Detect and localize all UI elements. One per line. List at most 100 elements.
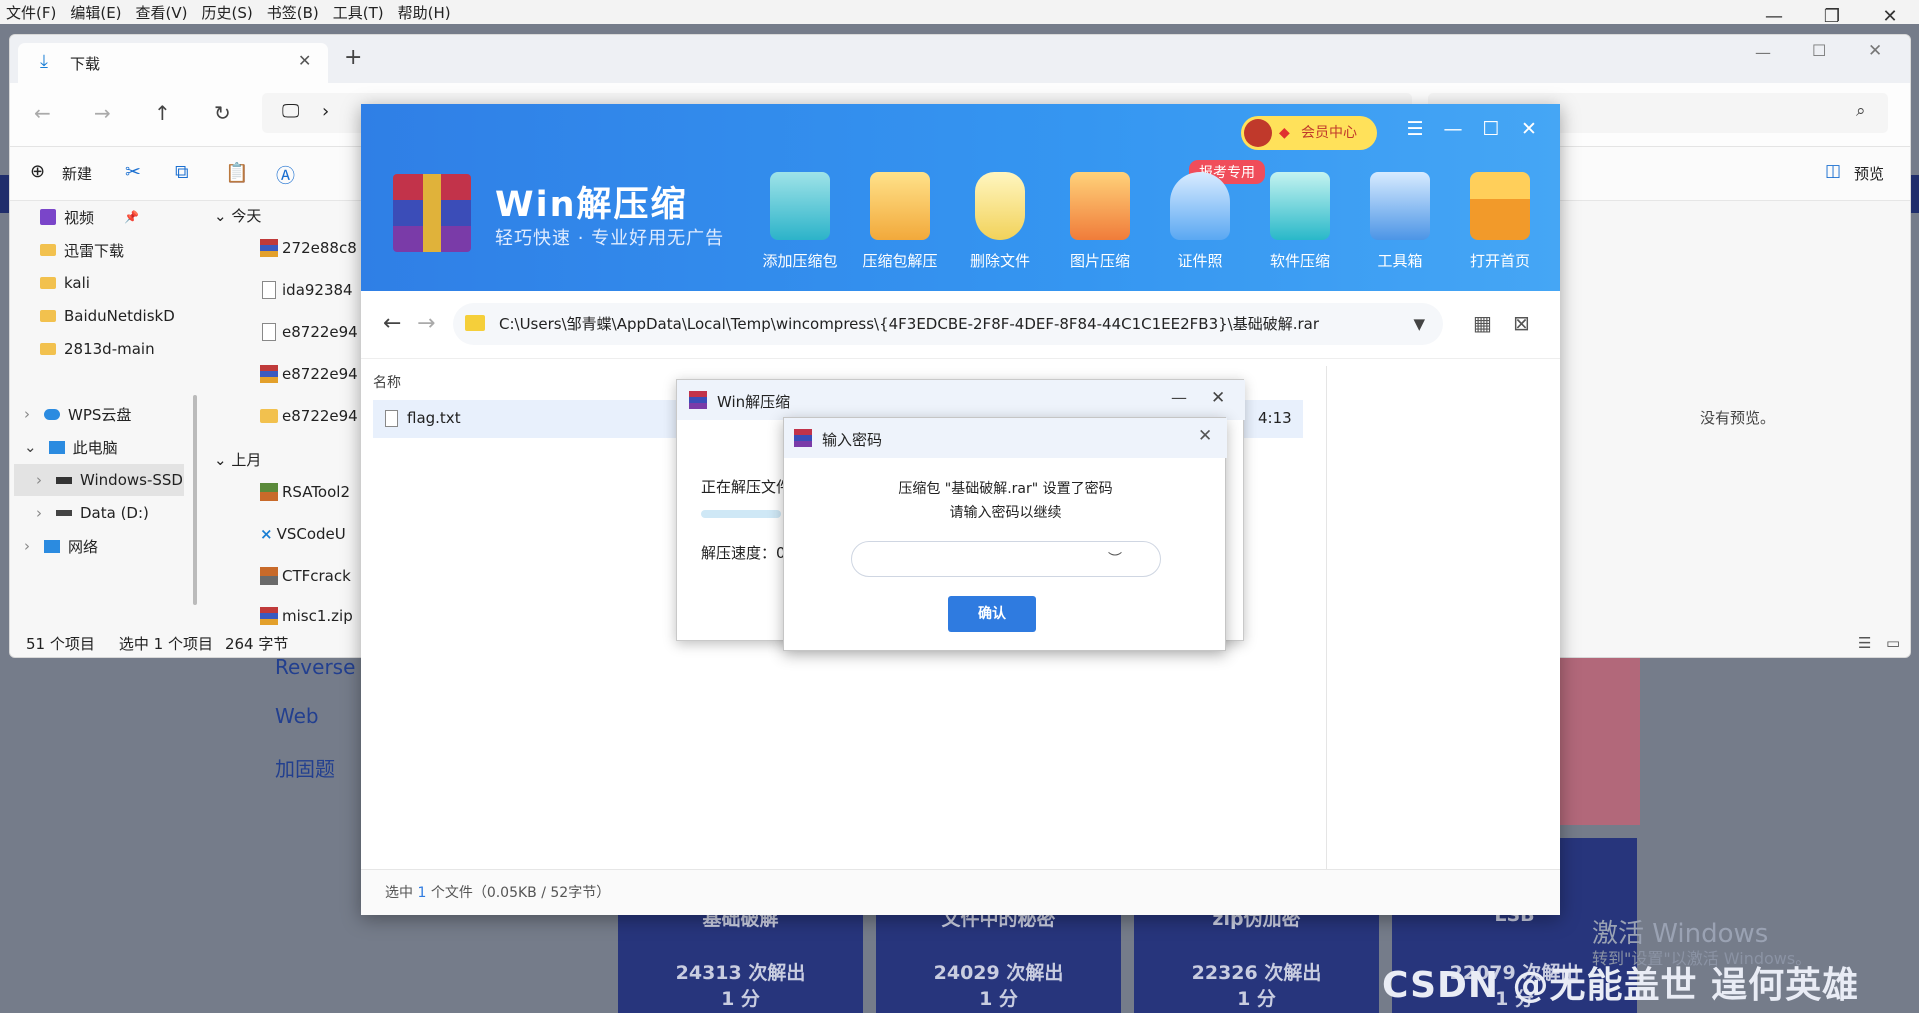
file-time: 4:13 xyxy=(1258,409,1292,427)
paste-icon[interactable]: 📋 xyxy=(225,161,249,184)
menu-help[interactable]: 帮助(H) xyxy=(398,2,451,23)
dropdown-icon[interactable]: ▼ xyxy=(1413,303,1425,345)
minimize-icon[interactable]: — xyxy=(1434,118,1472,140)
sidebar-item-baidu[interactable]: BaiduNetdiskD xyxy=(40,300,175,332)
confirm-button[interactable]: 确认 xyxy=(948,596,1036,632)
tool-delete-file[interactable]: 删除文件 xyxy=(954,172,1046,271)
preview-button[interactable]: 预览 xyxy=(1854,163,1884,184)
cloud-icon xyxy=(44,408,60,420)
menu-icon[interactable]: ☰ xyxy=(1396,118,1434,140)
category-link-web[interactable]: Web xyxy=(275,704,319,728)
file-row[interactable]: CTFcrack xyxy=(260,567,351,585)
challenge-solves: 22326 次解出 xyxy=(1191,962,1322,984)
sidebar-item-data-d[interactable]: › Data (D:) xyxy=(36,497,149,529)
copy-icon[interactable]: ⧉ xyxy=(175,161,189,183)
column-header-name[interactable]: 名称 xyxy=(373,372,401,392)
rename-icon[interactable]: Ⓐ xyxy=(276,161,295,188)
tool-software-compress[interactable]: 软件压缩 xyxy=(1254,172,1346,271)
close-icon[interactable]: ✕ xyxy=(1510,118,1548,140)
menu-edit[interactable]: 编辑(E) xyxy=(70,2,121,23)
menu-tools[interactable]: 工具(T) xyxy=(333,2,384,23)
path-bar: ← → C:\Users\邹青蝶\AppData\Local\Temp\winc… xyxy=(361,291,1560,359)
sidebar-item-windows-ssd[interactable]: › Windows-SSD xyxy=(14,464,184,496)
close-archive-icon[interactable]: ⊠ xyxy=(1513,311,1530,335)
close-button[interactable]: ✕ xyxy=(1861,0,1919,34)
app-header: Win解压缩 轻巧快速 · 专业好用无广告 ◆ 会员中心 ☰ — ☐ ✕ 报考专… xyxy=(361,104,1560,291)
folder-icon xyxy=(260,409,278,423)
tool-id-photo[interactable]: 证件照 xyxy=(1154,172,1246,271)
vip-center-button[interactable]: ◆ 会员中心 xyxy=(1241,116,1377,150)
close-icon[interactable]: ✕ xyxy=(1211,388,1225,408)
file-row[interactable]: e8722e94 xyxy=(260,407,358,425)
person-icon xyxy=(1170,172,1230,240)
pc-icon xyxy=(48,440,65,454)
pin-icon[interactable]: 📌 xyxy=(124,210,139,224)
minimize-button[interactable]: — xyxy=(1745,0,1803,34)
file-row[interactable]: e8722e94 xyxy=(262,323,358,341)
new-tab-icon[interactable]: + xyxy=(344,45,362,70)
tool-open-home[interactable]: 打开首页 xyxy=(1454,172,1546,271)
sidebar-item-thunder[interactable]: 迅雷下载 xyxy=(40,234,124,266)
tool-label: 软件压缩 xyxy=(1269,252,1330,270)
challenge-card-solved[interactable] xyxy=(1555,640,1640,825)
menu-view[interactable]: 查看(V) xyxy=(136,2,188,23)
sidebar-item-wps[interactable]: › WPS云盘 xyxy=(24,398,131,430)
group-header-today[interactable]: ⌄ 今天 xyxy=(214,205,261,226)
archive-path-field[interactable]: C:\Users\邹青蝶\AppData\Local\Temp\wincompr… xyxy=(453,303,1443,345)
sidebar-item-thispc[interactable]: ⌄ 此电脑 xyxy=(24,431,118,463)
folder-icon xyxy=(40,244,56,256)
forward-icon[interactable]: → xyxy=(94,101,111,125)
close-tab-icon[interactable]: ✕ xyxy=(298,51,311,70)
cube-icon xyxy=(1270,172,1330,240)
forward-icon[interactable]: → xyxy=(417,311,435,336)
tool-toolbox[interactable]: 工具箱 xyxy=(1354,172,1446,271)
tool-image-compress[interactable]: 图片压缩 xyxy=(1054,172,1146,271)
sidebar-item-kali[interactable]: kali xyxy=(40,267,90,299)
sidebar-item-videos[interactable]: 视频 📌 xyxy=(40,201,139,233)
category-link-hardening[interactable]: 加固题 xyxy=(275,753,335,782)
group-label: 上月 xyxy=(231,451,262,469)
password-input[interactable]: ︶ xyxy=(851,541,1161,577)
sidebar-item-2813d[interactable]: 2813d-main xyxy=(40,333,155,365)
explorer-close-button[interactable]: ✕ xyxy=(1868,41,1882,61)
menu-history[interactable]: 历史(S) xyxy=(202,2,253,23)
file-row[interactable]: RSATool2 xyxy=(260,483,350,501)
file-row[interactable]: e8722e94 xyxy=(260,365,358,383)
menu-file[interactable]: 文件(F) xyxy=(6,2,56,23)
maximize-icon[interactable]: ☐ xyxy=(1472,118,1510,140)
tab-downloads[interactable]: ⤓ 下载 ✕ xyxy=(18,43,328,83)
tiles-view-icon[interactable]: ▭ xyxy=(1886,634,1900,652)
file-row[interactable]: ida92384 xyxy=(262,281,353,299)
back-icon[interactable]: ← xyxy=(34,101,51,125)
category-link-reverse[interactable]: Reverse xyxy=(275,655,355,679)
selection-count: 选中 1 个项目 xyxy=(118,634,213,653)
challenge-score: 1 分 xyxy=(721,988,760,1010)
item-count: 51 个项目 xyxy=(26,634,95,653)
minimize-icon[interactable]: — xyxy=(1171,388,1187,407)
menu-bookmarks[interactable]: 书签(B) xyxy=(267,2,319,23)
close-icon[interactable]: ✕ xyxy=(1198,426,1212,446)
app-logo-icon xyxy=(393,174,471,252)
details-view-icon[interactable]: ☰ xyxy=(1858,634,1871,652)
eye-closed-icon[interactable]: ︶ xyxy=(1108,549,1122,569)
restore-button[interactable]: ❐ xyxy=(1803,0,1861,34)
sidebar-scrollbar[interactable] xyxy=(193,395,197,605)
file-row[interactable]: ⨯ VSCodeU xyxy=(260,525,346,543)
tool-label: 证件照 xyxy=(1177,252,1223,270)
refresh-icon[interactable]: ↻ xyxy=(214,101,231,125)
file-row[interactable]: 272e88c8 xyxy=(260,239,357,257)
explorer-minimize-button[interactable]: — xyxy=(1755,43,1771,62)
view-mode-icon[interactable]: ▦ xyxy=(1473,311,1492,335)
sidebar-item-network[interactable]: › 网络 xyxy=(24,530,98,562)
sidebar-label: 此电脑 xyxy=(72,438,118,457)
back-icon[interactable]: ← xyxy=(383,311,401,336)
file-row[interactable]: misc1.zip xyxy=(260,607,353,625)
explorer-maximize-button[interactable]: ☐ xyxy=(1812,41,1826,60)
new-button[interactable]: 新建 xyxy=(62,163,92,184)
sidebar-label: BaiduNetdiskD xyxy=(64,307,175,325)
tool-extract[interactable]: 压缩包解压 xyxy=(854,172,946,271)
cut-icon[interactable]: ✂ xyxy=(125,161,141,183)
tool-add-archive[interactable]: 添加压缩包 xyxy=(754,172,846,271)
group-header-last-month[interactable]: ⌄ 上月 xyxy=(214,449,261,470)
up-icon[interactable]: ↑ xyxy=(154,101,171,125)
